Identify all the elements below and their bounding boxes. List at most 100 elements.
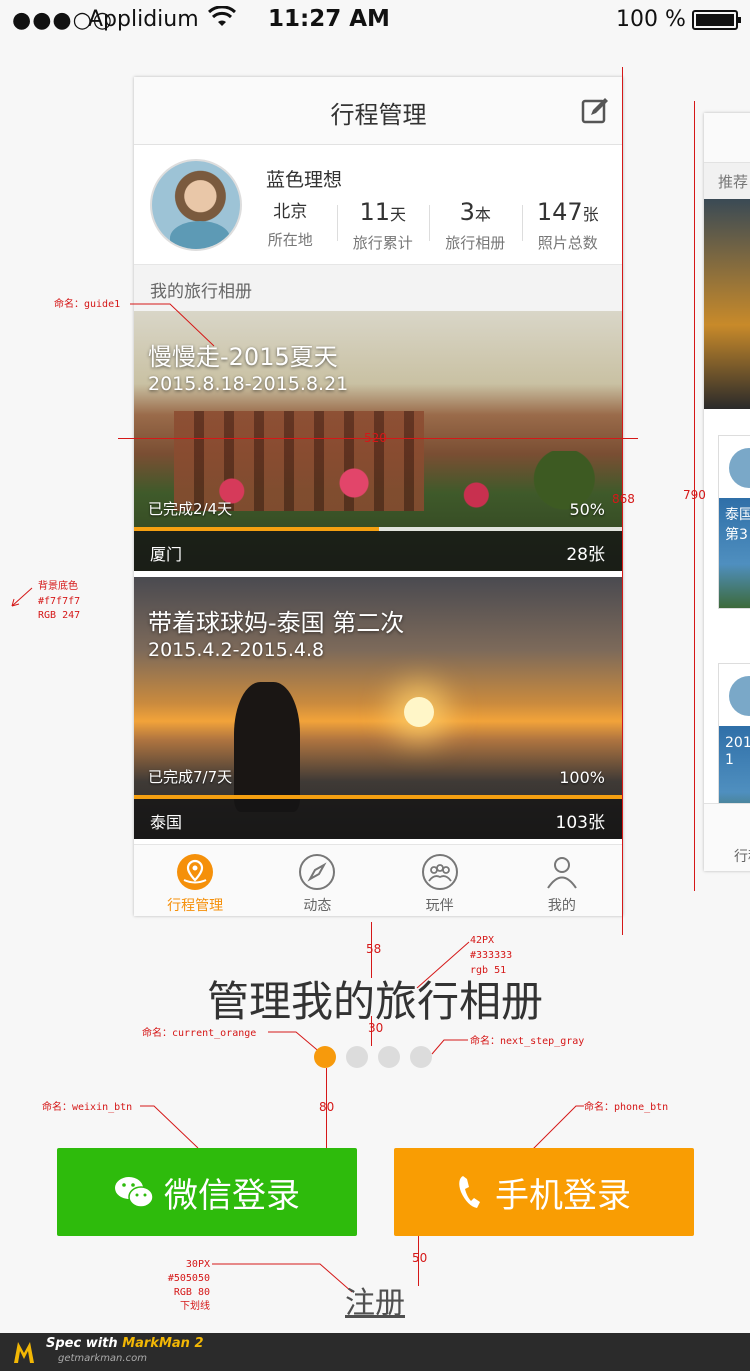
phone-icon (457, 1174, 485, 1210)
stat-days: 11天 旅行累计 (336, 197, 430, 253)
pager-dot[interactable] (378, 1046, 400, 1068)
annotation-current-orange: 命名：current_orange (142, 1028, 257, 1039)
tab-trips[interactable]: 行程管理 (134, 845, 256, 916)
button-label: 微信登录 (164, 1175, 300, 1216)
clock: 11:27 AM (268, 6, 390, 32)
person-icon (543, 853, 581, 891)
nav-bar (704, 113, 750, 163)
tab-label: 我的 (547, 898, 576, 914)
ghost-card: 泰国 第3 (718, 435, 750, 609)
album-progress-text: 已完成2/4天 (148, 500, 233, 518)
tab-label: 玩伴 (425, 898, 454, 914)
annotation-headline-size: 42PX (470, 935, 495, 946)
stat-location: 北京 所在地 (244, 197, 337, 253)
group-icon (421, 853, 459, 891)
markman-logo-icon (12, 1339, 42, 1369)
location-pin-icon (176, 853, 214, 891)
album-footer: 厦门 28张 (134, 531, 623, 571)
ghost-card-text: 泰国 第3 (719, 498, 750, 608)
dim-58-label: 58 (366, 942, 382, 956)
stat-albums: 3本 旅行相册 (429, 197, 522, 253)
page-headline: 管理我的旅行相册 (206, 977, 543, 1026)
annotation-next-step-gray: 命名：next_step_gray (470, 1036, 585, 1047)
status-bar: ●●●○○ Applidium 11:27 AM 100 % (0, 0, 750, 40)
pager-dot[interactable] (410, 1046, 432, 1068)
stat-value: 11天 (359, 198, 407, 226)
battery-percent: 100 % (616, 7, 686, 32)
stat-value: 147张 (536, 198, 599, 226)
dim-ghost-height-label: 790 (683, 488, 706, 502)
stat-photos: 147张 照片总数 (521, 197, 615, 253)
phone-login-button[interactable]: 手机登录 (394, 1148, 694, 1236)
album-count: 103张 (555, 813, 605, 833)
pager-dots (314, 1046, 442, 1068)
weixin-login-button[interactable]: 微信登录 (57, 1148, 357, 1236)
dim-phone-height-label: 868 (612, 492, 635, 506)
tab-bar: 行程管理 动态 玩伴 我的 (134, 844, 623, 916)
dim-80-label: 80 (319, 1100, 335, 1114)
avatar (729, 676, 750, 716)
album-place: 泰国 (150, 813, 183, 832)
tab-feed[interactable]: 动态 (256, 845, 378, 916)
album-photo-detail (234, 682, 300, 812)
dim-50-label: 50 (412, 1251, 428, 1265)
album-card[interactable]: 带着球球妈-泰国 第二次 2015.4.2-2015.4.8 已完成7/7天 1… (134, 577, 623, 839)
annotation-arrow (531, 1105, 584, 1151)
tab-mine[interactable]: 我的 (501, 845, 623, 916)
annotation-arrow (130, 303, 215, 347)
tab-buddies[interactable]: 玩伴 (379, 845, 501, 916)
ghost-tab-label: 推荐 (704, 163, 750, 199)
album-title: 带着球球妈-泰国 第二次 (148, 609, 405, 637)
stat-label: 旅行累计 (352, 234, 413, 252)
album-photo-detail (134, 451, 623, 531)
dim-30-label: 30 (368, 1021, 384, 1035)
profile-card: 蓝色理想 北京 所在地 11天 旅行累计 3本 旅行相册 147张 照片总数 (134, 145, 623, 265)
album-footer: 泰国 103张 (134, 799, 623, 839)
annotation-headline-hex: #333333 (470, 950, 513, 961)
pager-dot[interactable] (346, 1046, 368, 1068)
register-link[interactable]: 注册 (0, 1278, 750, 1322)
annotation-arrow (140, 1105, 199, 1149)
album-place: 厦门 (150, 545, 183, 564)
tab-bar: 行程 (704, 803, 750, 871)
tab-label: 行程管理 (167, 898, 224, 914)
compass-icon (298, 853, 336, 891)
user-name: 蓝色理想 (266, 169, 343, 191)
annotation-weixin-btn: 命名：weixin_btn (42, 1102, 133, 1113)
footer-site: getmarkman.com (58, 1353, 147, 1364)
dim-width-label: 520 (364, 431, 387, 445)
annotation-arrow (11, 587, 33, 607)
tab-label: 行程 (734, 849, 750, 865)
album-photo (404, 697, 434, 727)
pager-dot-current[interactable] (314, 1046, 336, 1068)
album-progress-percent: 50% (569, 500, 605, 519)
annotation-bg-rgb: RGB 247 (38, 610, 81, 621)
markman-footer: Spec with MarkMan 2 getmarkman.com (0, 1333, 750, 1371)
stat-label: 照片总数 (537, 234, 598, 252)
nav-bar: 行程管理 (134, 77, 623, 145)
album-date: 2015.4.2-2015.4.8 (148, 639, 325, 661)
album-date: 2015.8.18-2015.8.21 (148, 373, 349, 395)
wechat-icon (114, 1175, 154, 1209)
battery-icon (692, 10, 741, 30)
next-screen-preview: 推荐 泰国 第3 201 第1 行程 (704, 113, 750, 871)
tab-label: 动态 (303, 898, 332, 914)
annotation-register-size: 30PX (185, 1259, 210, 1270)
nav-title: 行程管理 (330, 101, 427, 129)
stat-value: 3本 (459, 198, 491, 226)
wifi-icon (207, 5, 237, 34)
ghost-banner (704, 199, 750, 409)
annotation-bg-name: 背景底色 (38, 581, 78, 592)
album-progress-percent: 100% (559, 768, 605, 787)
profile-stats: 北京 所在地 11天 旅行累计 3本 旅行相册 147张 照片总数 (244, 197, 614, 253)
stat-label: 所在地 (267, 231, 313, 249)
annotation-phone-btn: 命名：phone_btn (584, 1102, 669, 1113)
annotation-bg-hex: #f7f7f7 (38, 596, 81, 607)
stat-label: 旅行相册 (445, 234, 506, 252)
edit-icon[interactable] (581, 97, 609, 129)
phone-screen: 行程管理 蓝色理想 北京 所在地 11天 旅行累计 3本 旅行相册 147张 照… (134, 77, 623, 916)
album-count: 28张 (566, 545, 605, 565)
carrier-name: Applidium (88, 7, 199, 32)
footer-spec-text: Spec with MarkMan 2 (46, 1336, 204, 1351)
avatar[interactable] (150, 159, 242, 251)
